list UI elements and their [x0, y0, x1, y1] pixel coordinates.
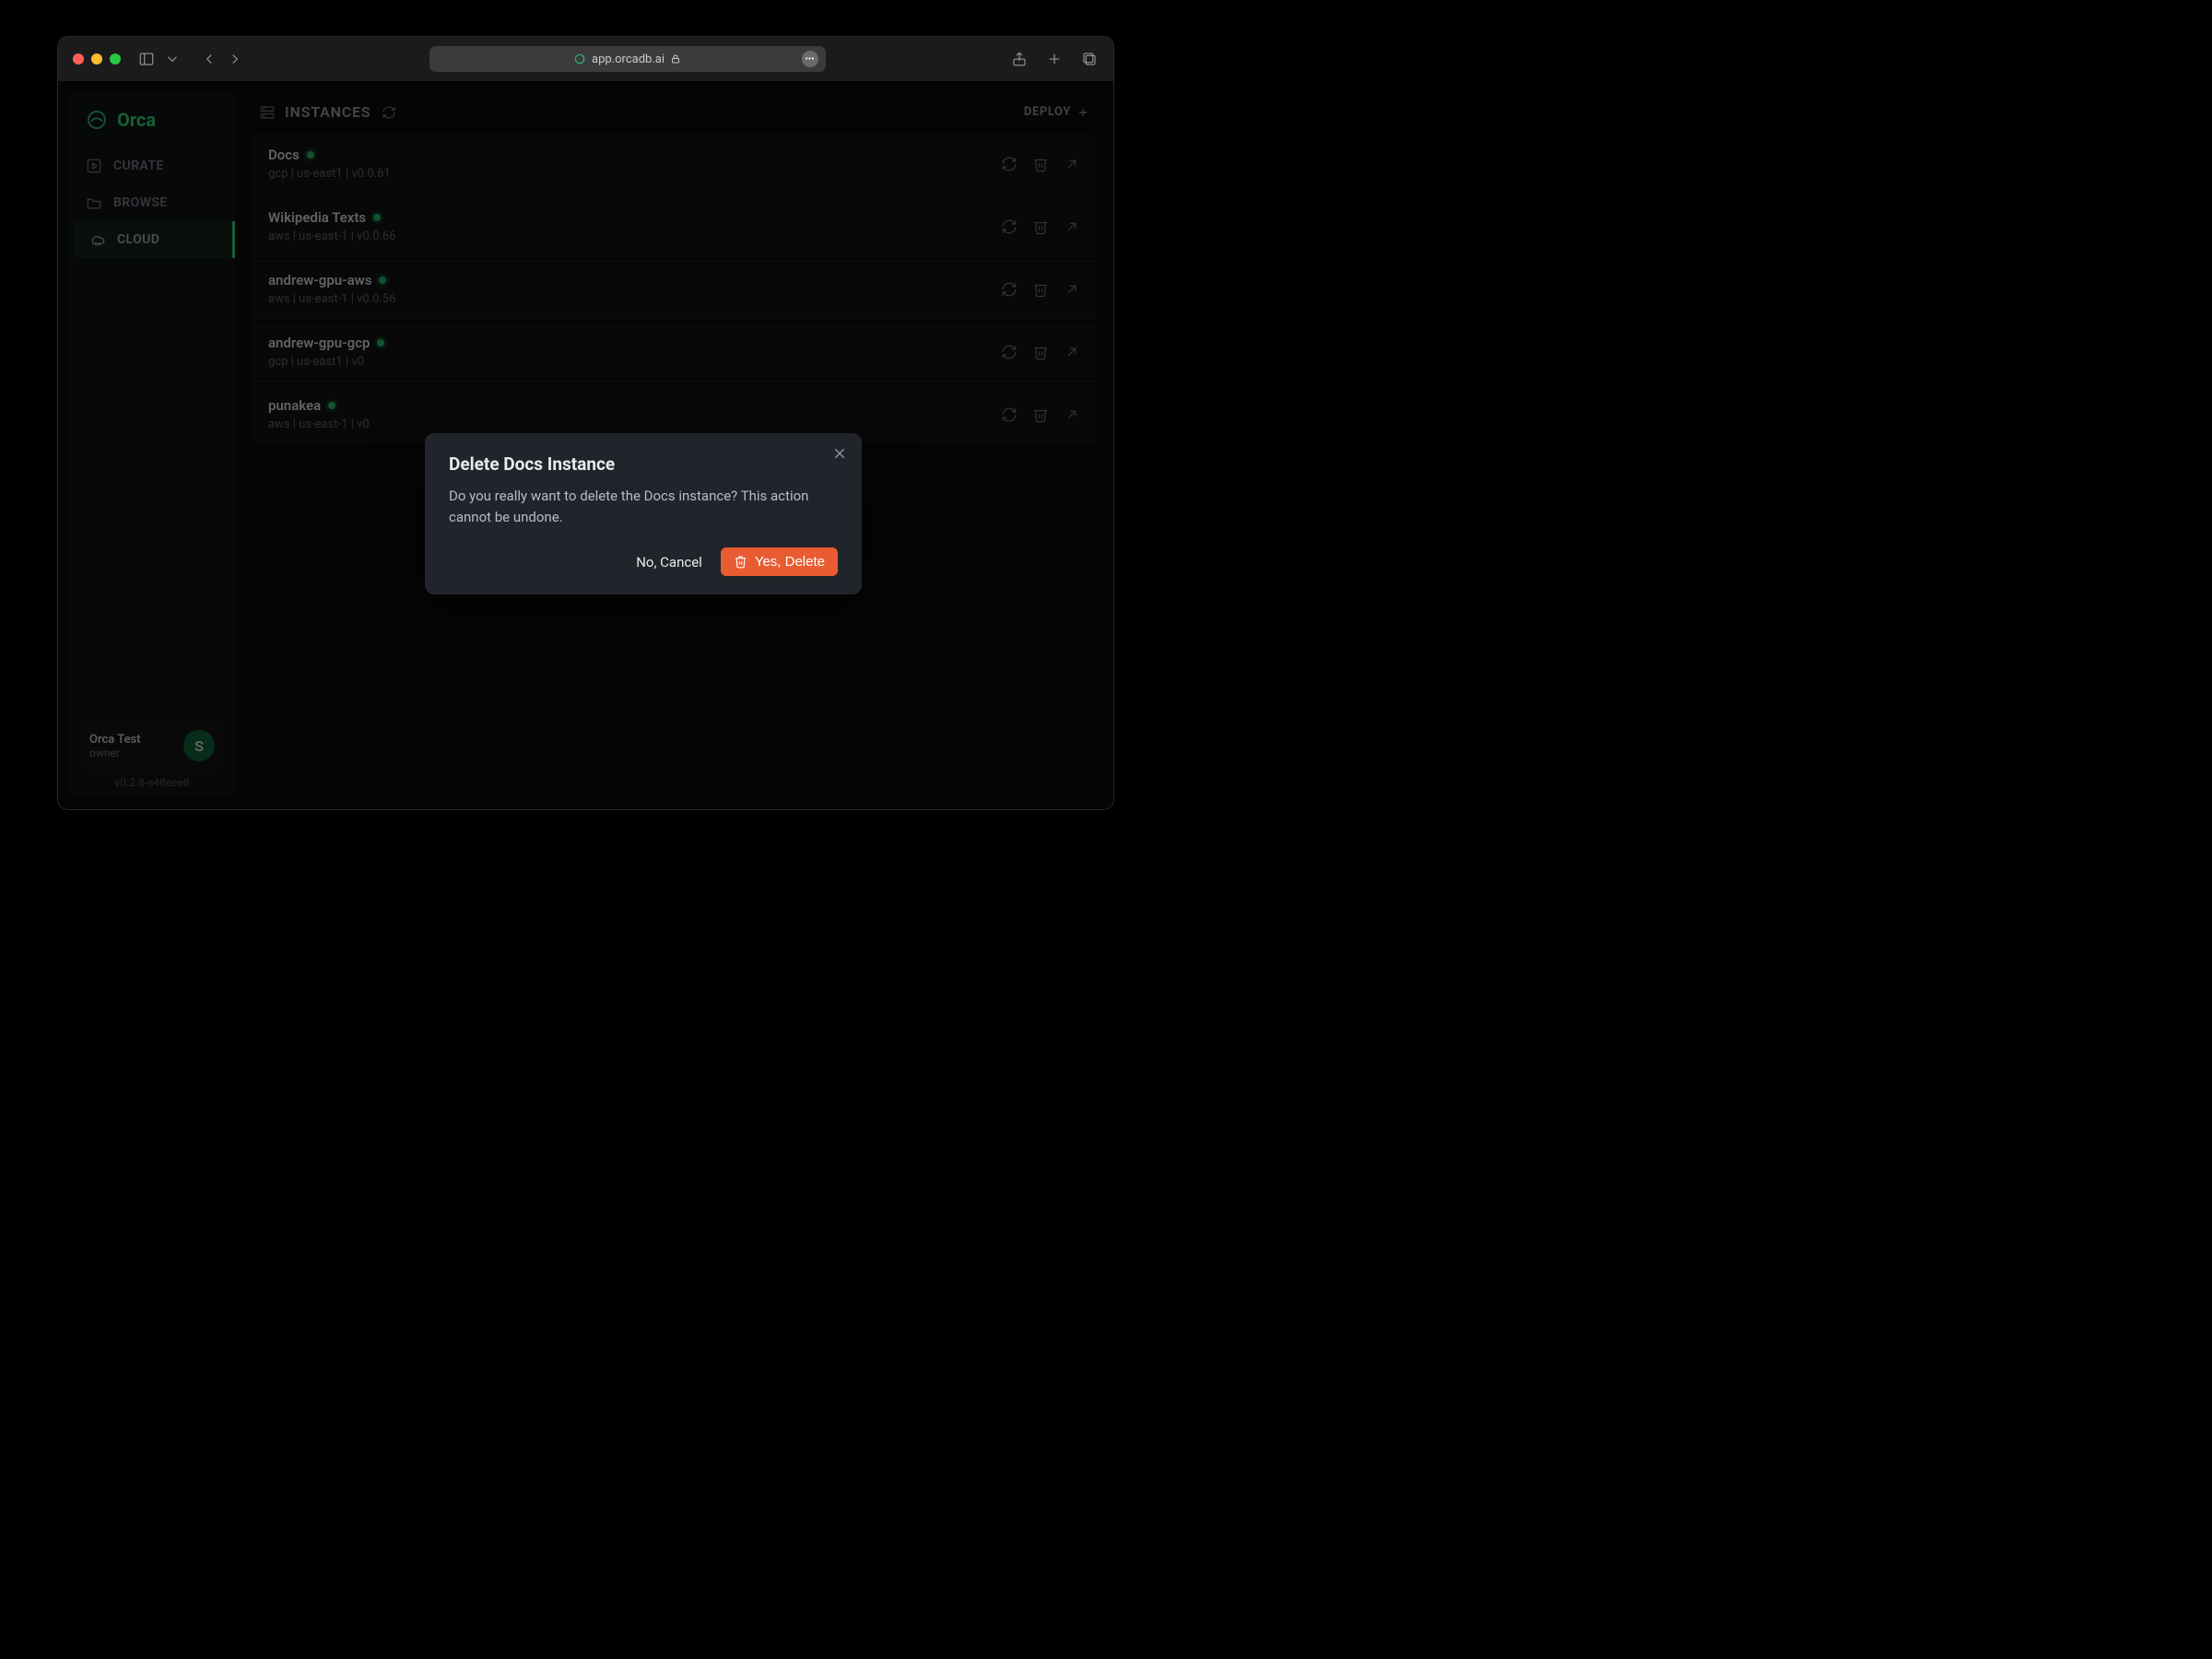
- new-tab-icon[interactable]: [1045, 50, 1064, 68]
- cancel-button[interactable]: No, Cancel: [632, 548, 706, 576]
- address-bar[interactable]: app.orcadb.ai •••: [429, 46, 826, 72]
- nav-back-icon[interactable]: [200, 50, 218, 68]
- confirm-delete-button[interactable]: Yes, Delete: [721, 547, 838, 576]
- lock-icon: [670, 53, 681, 65]
- delete-modal: Delete Docs Instance Do you really want …: [425, 433, 862, 594]
- app-root: Orca CURATE BROWSE CLOUD Orca Test owner: [58, 81, 1113, 809]
- window-minimize-button[interactable]: [91, 53, 102, 65]
- safari-window: app.orcadb.ai ••• Orca: [57, 36, 1114, 810]
- confirm-delete-label: Yes, Delete: [755, 554, 825, 570]
- window-zoom-button[interactable]: [110, 53, 121, 65]
- sidebar-toggle-icon[interactable]: [137, 50, 156, 68]
- window-controls: [73, 53, 121, 65]
- trash-icon: [734, 555, 747, 569]
- modal-title: Delete Docs Instance: [449, 453, 838, 475]
- window-close-button[interactable]: [73, 53, 84, 65]
- share-icon[interactable]: [1010, 50, 1029, 68]
- browser-titlebar: app.orcadb.ai •••: [58, 37, 1113, 81]
- modal-body: Do you really want to delete the Docs in…: [449, 486, 838, 527]
- tabs-overview-icon[interactable]: [1080, 50, 1099, 68]
- chevron-down-icon[interactable]: [163, 50, 182, 68]
- page-actions-icon[interactable]: •••: [802, 51, 818, 67]
- site-favicon-icon: [573, 53, 586, 65]
- close-icon[interactable]: [829, 442, 851, 465]
- nav-forward-icon[interactable]: [226, 50, 244, 68]
- address-text: app.orcadb.ai: [592, 53, 665, 66]
